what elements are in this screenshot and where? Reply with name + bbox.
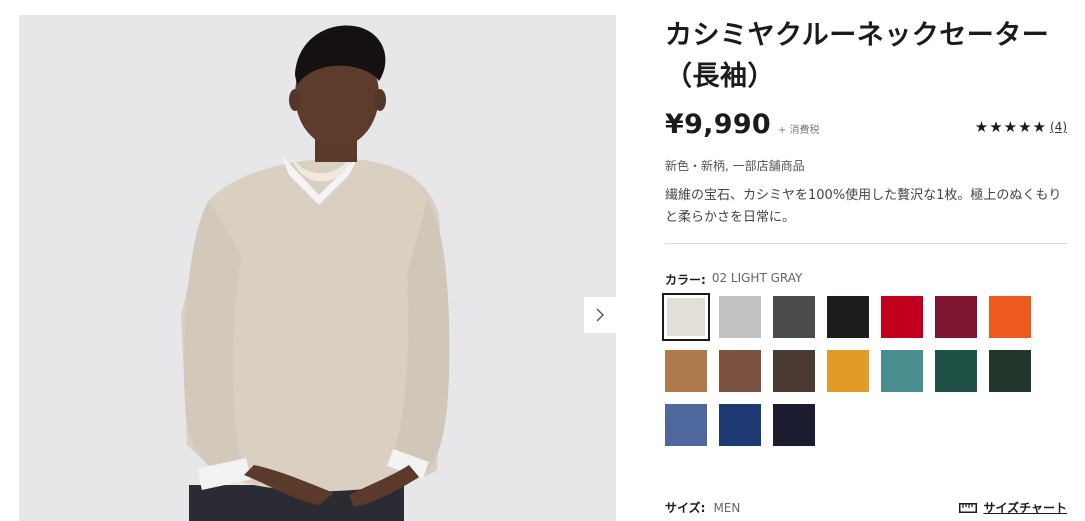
color-label: カラー: [665, 273, 706, 287]
divider [665, 243, 1067, 244]
size-label: サイズ: [665, 501, 706, 515]
color-swatch-fill [881, 350, 923, 392]
color-swatch-fill [719, 296, 761, 338]
color-swatch[interactable] [881, 296, 923, 338]
gallery-next-button[interactable] [584, 297, 616, 333]
color-swatch[interactable] [719, 404, 761, 446]
product-info: カシミヤクルーネックセーター（長袖） ¥9,990 + 消費税 ★★★★★ (4… [662, 15, 1067, 446]
color-swatch[interactable] [665, 350, 707, 392]
color-swatch-fill [665, 404, 707, 446]
size-value: MEN [713, 500, 741, 515]
color-swatch[interactable] [665, 404, 707, 446]
color-swatch-fill [935, 296, 977, 338]
product-tags: 新色・新柄, 一部店舗商品 [665, 159, 805, 173]
size-row: サイズ: MEN サイズチャート [665, 499, 1067, 516]
color-swatch-fill [667, 298, 705, 336]
color-swatch-grid [662, 293, 1067, 446]
ruler-icon [959, 502, 978, 513]
product-photo [19, 15, 616, 521]
product-price: ¥9,990 [665, 109, 771, 140]
color-swatch[interactable] [881, 350, 923, 392]
color-swatch[interactable] [827, 350, 869, 392]
color-swatch-fill [773, 296, 815, 338]
color-swatch-fill [719, 404, 761, 446]
color-swatch-fill [773, 350, 815, 392]
color-swatch[interactable] [935, 296, 977, 338]
price-row: ¥9,990 + 消費税 ★★★★★ (4) [665, 109, 1067, 145]
color-swatch[interactable] [773, 350, 815, 392]
size-chart-link[interactable]: サイズチャート [959, 499, 1067, 516]
star-rating-icon: ★★★★★ [974, 118, 1047, 136]
size-chart-label[interactable]: サイズチャート [983, 499, 1067, 516]
product-description: 繊維の宝石、カシミヤを100%使用した贅沢な1枚。極上のぬくもりと柔らかさを日常… [665, 188, 1062, 225]
color-swatch-fill [881, 296, 923, 338]
color-swatch[interactable] [989, 296, 1031, 338]
color-swatch-fill [827, 350, 869, 392]
color-swatch-fill [989, 350, 1031, 392]
selected-color-name: 02 LIGHT GRAY [711, 271, 803, 285]
color-swatch-fill [935, 350, 977, 392]
color-label-row: カラー: 02 LIGHT GRAY [665, 271, 1067, 288]
product-title: カシミヤクルーネックセーター（長袖） [665, 20, 1050, 92]
color-swatch[interactable] [827, 296, 869, 338]
color-swatch-fill [827, 296, 869, 338]
rating[interactable]: ★★★★★ (4) [975, 118, 1067, 136]
color-swatch[interactable] [935, 350, 977, 392]
color-swatch-fill [719, 350, 761, 392]
color-swatch-fill [989, 296, 1031, 338]
color-swatch[interactable] [719, 350, 761, 392]
tax-note: + 消費税 [778, 125, 820, 136]
product-image-gallery [19, 15, 616, 521]
color-swatch-fill [773, 404, 815, 446]
color-swatch[interactable] [662, 293, 710, 341]
color-swatch[interactable] [773, 404, 815, 446]
color-swatch[interactable] [719, 296, 761, 338]
review-count-link[interactable]: (4) [1050, 120, 1067, 134]
color-swatch[interactable] [989, 350, 1031, 392]
color-swatch[interactable] [773, 296, 815, 338]
color-swatch-fill [665, 350, 707, 392]
chevron-right-icon [596, 308, 604, 322]
